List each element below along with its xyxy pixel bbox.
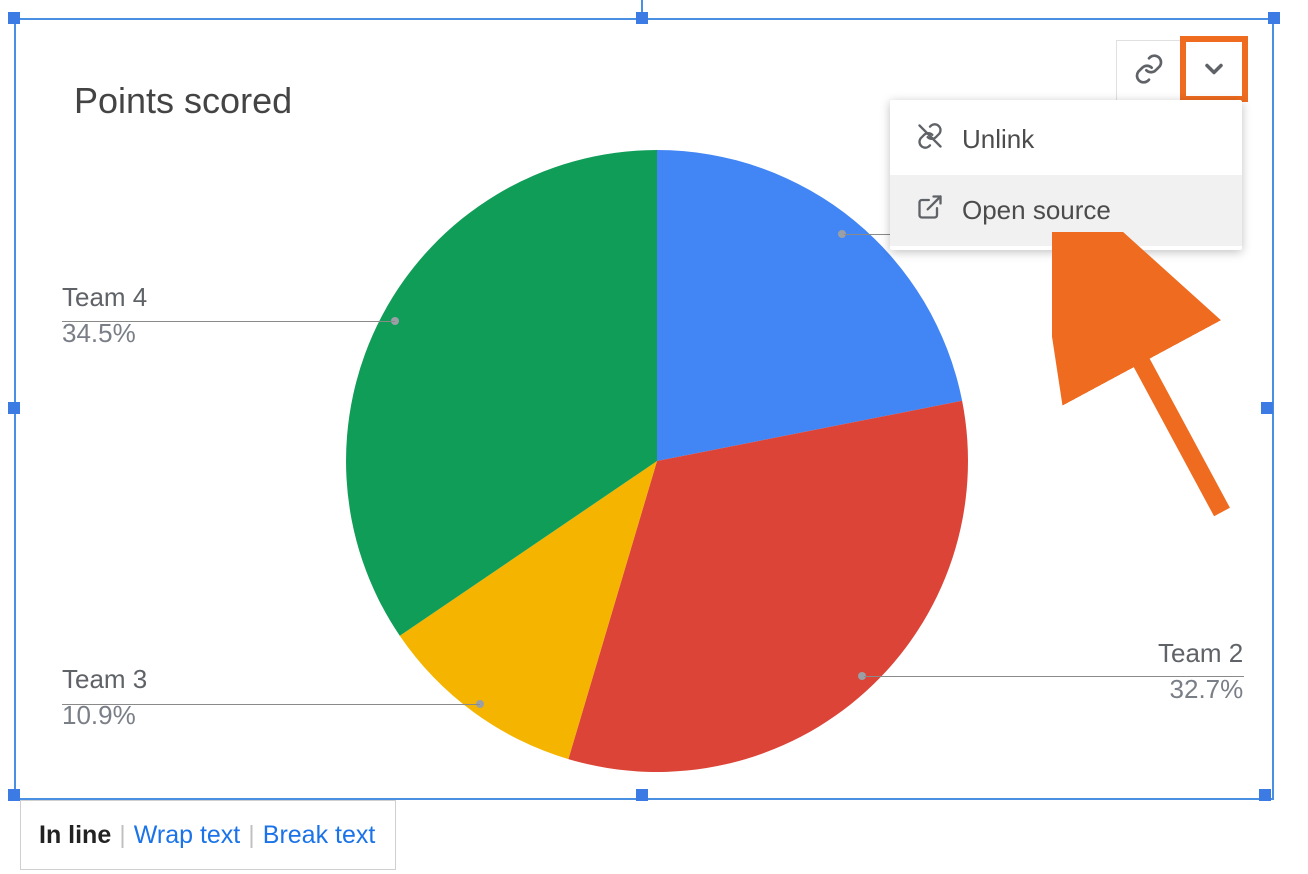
wrap-option-wrap-text[interactable]: Wrap text bbox=[134, 821, 241, 850]
selection-handle-bottom-mid[interactable] bbox=[636, 789, 648, 801]
leader-label-team-2: Team 2 32.7% bbox=[1158, 636, 1243, 706]
link-options-menu: Unlink Open source bbox=[890, 100, 1242, 250]
selection-handle-top-mid[interactable] bbox=[636, 12, 648, 24]
chevron-down-icon bbox=[1200, 55, 1228, 88]
selection-handle-mid-left[interactable] bbox=[8, 402, 20, 414]
separator: | bbox=[119, 821, 126, 850]
leader-label-team-3-name: Team 3 bbox=[62, 662, 147, 696]
selection-handle-top-right[interactable] bbox=[1268, 12, 1280, 24]
leader-label-team-2-pct: 32.7% bbox=[1158, 672, 1243, 706]
wrap-option-break-text[interactable]: Break text bbox=[263, 821, 376, 850]
chart-link-button-group bbox=[1116, 40, 1247, 100]
wrap-option-in-line[interactable]: In line bbox=[39, 821, 111, 850]
menu-item-open-source[interactable]: Open source bbox=[890, 175, 1242, 246]
menu-item-unlink-label: Unlink bbox=[962, 124, 1034, 155]
text-wrap-toolbar: In line | Wrap text | Break text bbox=[20, 800, 396, 870]
selection-handle-bottom-right[interactable] bbox=[1259, 789, 1271, 801]
menu-item-open-source-label: Open source bbox=[962, 195, 1111, 226]
unlink-icon bbox=[916, 122, 944, 157]
chart-title: Points scored bbox=[74, 80, 292, 122]
leader-line-team-1 bbox=[844, 234, 894, 235]
link-button[interactable] bbox=[1116, 40, 1181, 102]
selection-handle-mid-right[interactable] bbox=[1261, 402, 1273, 414]
leader-label-team-4-name: Team 4 bbox=[62, 280, 147, 314]
leader-label-team-3-pct: 10.9% bbox=[62, 698, 147, 732]
pie-chart bbox=[346, 150, 968, 772]
open-external-icon bbox=[916, 193, 944, 228]
selection-handle-bottom-left[interactable] bbox=[8, 789, 20, 801]
link-icon bbox=[1133, 53, 1165, 90]
separator: | bbox=[248, 821, 255, 850]
leader-label-team-3: Team 3 10.9% bbox=[62, 662, 147, 732]
link-options-dropdown-button[interactable] bbox=[1181, 40, 1247, 102]
leader-label-team-4: Team 4 34.5% bbox=[62, 280, 147, 350]
selection-handle-top-left[interactable] bbox=[8, 12, 20, 24]
leader-label-team-2-name: Team 2 bbox=[1158, 636, 1243, 670]
pie-svg bbox=[346, 150, 968, 772]
leader-label-team-4-pct: 34.5% bbox=[62, 316, 147, 350]
menu-item-unlink[interactable]: Unlink bbox=[890, 104, 1242, 175]
